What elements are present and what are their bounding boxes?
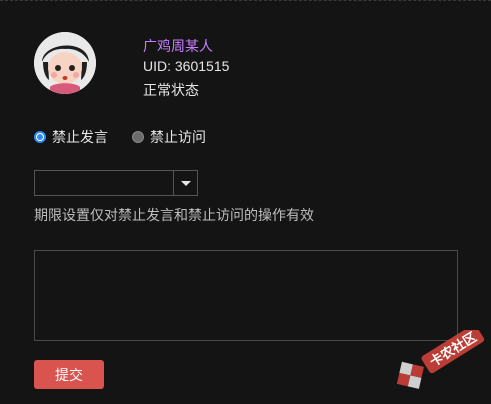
duration-hint: 期限设置仅对禁止发言和禁止访问的操作有效 <box>34 207 314 223</box>
user-status: 正常状态 <box>143 82 199 98</box>
watermark-logo: 卡农社区 <box>380 324 490 390</box>
radio-ban-posting-label: 禁止发言 <box>52 129 108 145</box>
radio-ban-access[interactable]: 禁止访问 <box>132 127 206 147</box>
radio-ban-posting[interactable]: 禁止发言 <box>34 127 108 147</box>
avatar <box>34 32 96 94</box>
top-divider <box>0 0 491 1</box>
reason-textarea[interactable] <box>34 250 458 341</box>
user-uid: UID: 3601515 <box>143 58 230 74</box>
radio-checked-icon[interactable] <box>34 131 46 143</box>
cartoon-face-icon <box>34 32 96 94</box>
radio-unchecked-icon[interactable] <box>132 131 144 143</box>
select-divider <box>173 171 174 195</box>
ban-user-dialog: 广鸡周某人 UID: 3601515 正常状态 禁止发言 禁止访问 期限设置仅对… <box>0 0 491 404</box>
duration-select[interactable] <box>34 170 198 196</box>
username[interactable]: 广鸡周某人 <box>143 36 213 56</box>
submit-button[interactable]: 提交 <box>34 360 104 389</box>
radio-ban-access-label: 禁止访问 <box>150 129 206 145</box>
chevron-down-icon[interactable] <box>181 181 191 186</box>
ban-type-radio-group: 禁止发言 禁止访问 <box>34 127 230 147</box>
